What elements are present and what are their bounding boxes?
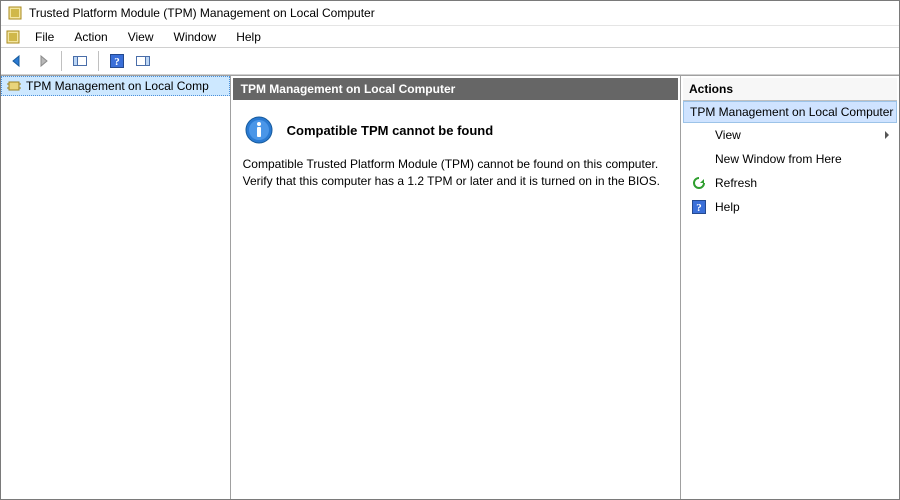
menu-window[interactable]: Window: [164, 28, 227, 46]
message-header-row: Compatible TPM cannot be found: [243, 114, 668, 146]
message-body: Compatible Trusted Platform Module (TPM)…: [243, 156, 668, 190]
actions-group-title: TPM Management on Local Computer: [683, 101, 897, 123]
tpm-chip-icon: [6, 78, 22, 94]
window-title: Trusted Platform Module (TPM) Management…: [29, 6, 375, 20]
actions-header: Actions: [683, 78, 897, 101]
panes-icon: [72, 53, 88, 69]
action-new-window-label: New Window from Here: [715, 152, 842, 166]
menu-view[interactable]: View: [118, 28, 164, 46]
main-area: TPM Management on Local Comp TPM Managem…: [1, 75, 899, 499]
svg-text:?: ?: [114, 56, 120, 68]
help-icon: ?: [109, 53, 125, 69]
action-refresh-label: Refresh: [715, 176, 757, 190]
action-new-window[interactable]: New Window from Here: [683, 147, 897, 171]
action-view-label: View: [715, 128, 741, 142]
action-refresh[interactable]: Refresh: [683, 171, 897, 195]
menu-file[interactable]: File: [25, 28, 64, 46]
arrow-left-icon: [9, 53, 25, 69]
svg-text:?: ?: [696, 202, 702, 214]
show-hide-action-button[interactable]: [131, 50, 155, 72]
action-view[interactable]: View: [683, 123, 897, 147]
back-button[interactable]: [5, 50, 29, 72]
menu-bar: File Action View Window Help: [1, 25, 899, 47]
action-help[interactable]: ? Help: [683, 195, 897, 219]
show-hide-tree-button[interactable]: [68, 50, 92, 72]
chevron-right-icon: [883, 131, 891, 139]
toolbar: ?: [1, 47, 899, 75]
menu-action[interactable]: Action: [64, 28, 117, 46]
menu-help[interactable]: Help: [226, 28, 271, 46]
info-icon: [243, 114, 275, 146]
title-bar: Trusted Platform Module (TPM) Management…: [1, 1, 899, 25]
console-tree-pane: TPM Management on Local Comp: [1, 76, 231, 499]
message-title: Compatible TPM cannot be found: [287, 123, 494, 138]
actions-pane: Actions TPM Management on Local Computer…: [681, 76, 899, 499]
refresh-icon: [691, 175, 707, 191]
details-header: TPM Management on Local Computer: [233, 78, 678, 100]
toolbar-separator: [61, 51, 62, 71]
help-icon: ?: [691, 199, 707, 215]
blank-icon: [691, 151, 707, 167]
panes-right-icon: [135, 53, 151, 69]
toolbar-separator: [98, 51, 99, 71]
help-button[interactable]: ?: [105, 50, 129, 72]
forward-button[interactable]: [31, 50, 55, 72]
details-pane: TPM Management on Local Computer Compati…: [231, 76, 681, 499]
app-icon: [7, 5, 23, 21]
blank-icon: [691, 127, 707, 143]
details-body: Compatible TPM cannot be found Compatibl…: [233, 100, 678, 497]
arrow-right-icon: [35, 53, 51, 69]
action-help-label: Help: [715, 200, 740, 214]
tree-root-label: TPM Management on Local Comp: [26, 79, 209, 93]
mmc-icon: [5, 29, 21, 45]
tree-root-item[interactable]: TPM Management on Local Comp: [1, 76, 230, 96]
